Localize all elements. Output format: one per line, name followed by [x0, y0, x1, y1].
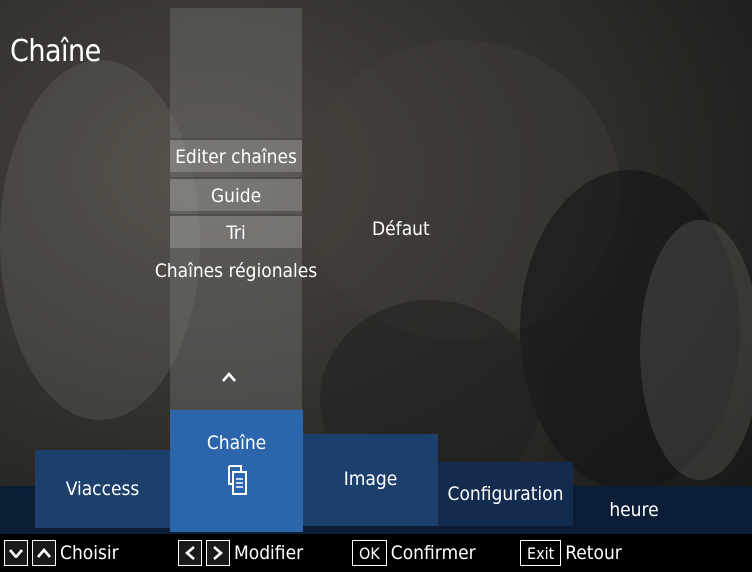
legend-modifier: Modifier	[178, 538, 303, 568]
tab-chaine[interactable]: Chaîne	[170, 410, 303, 532]
legend-retour-label: Retour	[565, 542, 622, 564]
exit-key: Exit	[520, 540, 562, 566]
menu-item-guide[interactable]: Guide	[170, 177, 302, 211]
menu-item-editer-chaines[interactable]: Editer chaînes	[170, 138, 302, 172]
tab-viaccess[interactable]: Viaccess	[35, 450, 170, 528]
left-key-icon	[178, 540, 202, 566]
tab-heure-label: heure	[609, 499, 659, 521]
legend-choisir-label: Choisir	[60, 542, 119, 564]
tab-heure[interactable]: heure	[574, 492, 694, 528]
tab-chaine-label: Chaîne	[206, 432, 267, 454]
tab-image-label: Image	[343, 468, 398, 490]
legend-confirmer: OK Confirmer	[352, 538, 476, 568]
tab-configuration[interactable]: Configuration	[438, 462, 573, 526]
tab-viaccess-label: Viaccess	[65, 478, 140, 500]
right-key-icon	[206, 540, 230, 566]
legend-modifier-label: Modifier	[234, 542, 304, 564]
down-key-icon	[4, 540, 28, 566]
document-copy-icon	[227, 465, 247, 495]
ok-key: OK	[352, 540, 387, 566]
key-legend: Choisir Modifier OK Confirmer Exit Retou…	[0, 534, 752, 572]
up-key-icon	[32, 540, 56, 566]
legend-choisir: Choisir	[4, 538, 119, 568]
legend-retour: Exit Retour	[520, 538, 622, 568]
menu-column: Editer chaînes Guide Tri Chaînes régiona…	[155, 8, 317, 413]
menu-item-tri[interactable]: Tri	[170, 214, 302, 248]
tri-value: Défaut	[372, 218, 430, 240]
tab-configuration-label: Configuration	[447, 483, 564, 505]
menu-item-chaines-regionales[interactable]: Chaînes régionales	[140, 254, 332, 288]
tab-image[interactable]: Image	[303, 434, 438, 526]
scroll-up-icon[interactable]	[222, 366, 236, 387]
legend-confirmer-label: Confirmer	[390, 542, 476, 564]
page-title: Chaîne	[10, 34, 101, 69]
